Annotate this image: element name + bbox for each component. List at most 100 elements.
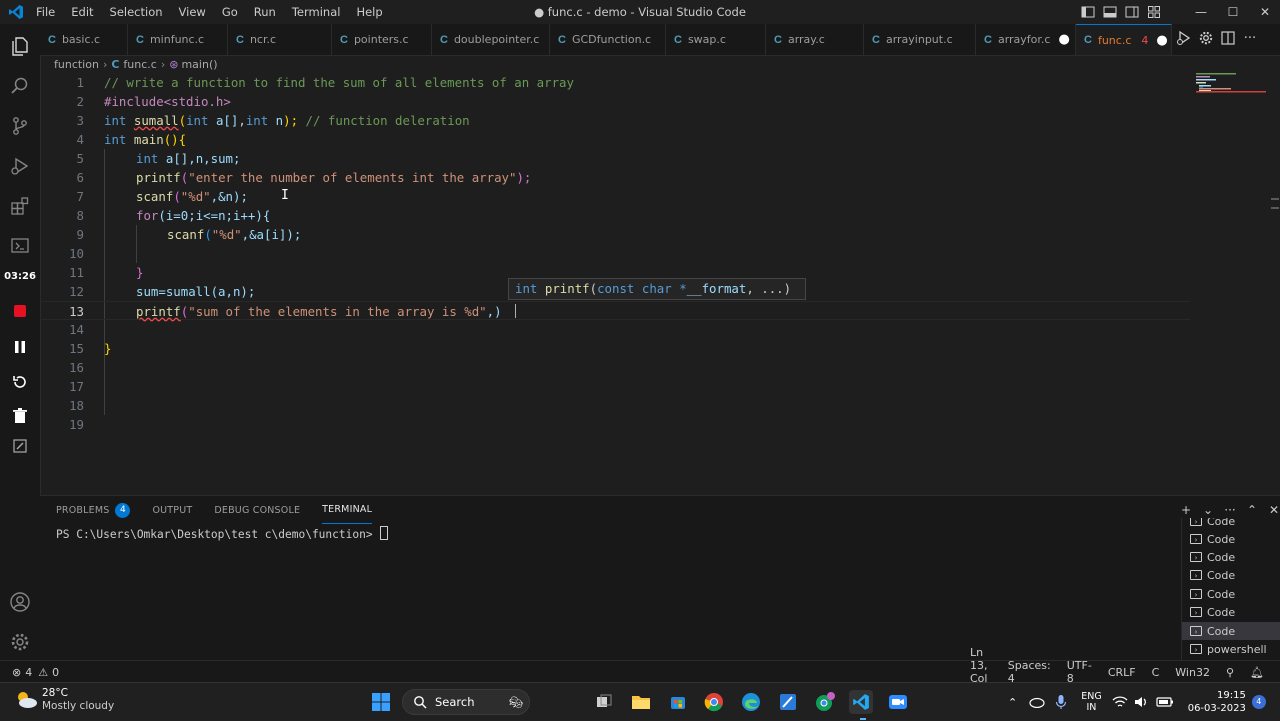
- accounts-icon[interactable]: [8, 590, 32, 614]
- chrome-profile-icon[interactable]: [813, 690, 837, 714]
- menu-terminal[interactable]: Terminal: [284, 5, 349, 19]
- tab-swap-c[interactable]: Cswap.c: [666, 24, 766, 55]
- minimize-icon[interactable]: —: [1185, 0, 1217, 24]
- settings-gear-icon[interactable]: [1198, 30, 1214, 46]
- customize-layout-icon[interactable]: [1146, 4, 1162, 20]
- tab-problems[interactable]: PROBLEMS 4: [56, 496, 131, 524]
- onedrive-cloud-icon[interactable]: [1029, 696, 1045, 708]
- c-file-icon: C: [674, 33, 682, 46]
- terminal-list-item[interactable]: › powershell: [1182, 640, 1280, 658]
- maximize-icon[interactable]: ☐: [1217, 0, 1249, 24]
- minimap[interactable]: [1190, 55, 1268, 495]
- microphone-icon[interactable]: [1055, 694, 1067, 710]
- editor-scrollbar[interactable]: [1268, 55, 1280, 495]
- run-code-icon[interactable]: [1176, 30, 1192, 46]
- chrome-icon[interactable]: [702, 690, 726, 714]
- menu-go[interactable]: Go: [214, 5, 246, 19]
- close-panel-icon[interactable]: ✕: [1266, 502, 1280, 518]
- battery-icon[interactable]: [1156, 696, 1174, 708]
- terminal-list-item[interactable]: › Code: [1182, 585, 1280, 603]
- manage-gear-icon[interactable]: [8, 630, 32, 654]
- run-and-debug-icon[interactable]: [8, 154, 32, 178]
- language-mode[interactable]: C: [1152, 666, 1160, 679]
- breadcrumb-folder[interactable]: function: [54, 58, 99, 71]
- terminal-list-item[interactable]: › Code: [1182, 530, 1280, 548]
- breadcrumb-symbol[interactable]: main(): [181, 58, 217, 71]
- tab-basic-c[interactable]: Cbasic.c: [40, 24, 128, 55]
- task-view-icon[interactable]: [592, 690, 616, 714]
- recording-draw-icon[interactable]: [8, 434, 32, 458]
- split-editor-icon[interactable]: [1220, 30, 1236, 46]
- unsaved-dot-icon[interactable]: ●: [1156, 33, 1167, 48]
- breadcrumb-file[interactable]: func.c: [123, 58, 156, 71]
- search-icon[interactable]: [8, 74, 32, 98]
- notification-badge[interactable]: 4: [1251, 695, 1266, 709]
- toggle-panel-icon[interactable]: [1102, 4, 1118, 20]
- menu-selection[interactable]: Selection: [102, 5, 171, 19]
- microsoft-store-icon[interactable]: [666, 690, 690, 714]
- close-icon[interactable]: ✕: [1249, 0, 1280, 24]
- terminal-list-item[interactable]: › Code: [1182, 518, 1280, 530]
- terminal-list-item-selected[interactable]: › Code: [1182, 622, 1280, 640]
- tab-arrayinput-c[interactable]: Carrayinput.c: [864, 24, 976, 55]
- tab-minfunc-c[interactable]: Cminfunc.c: [128, 24, 228, 55]
- clock[interactable]: 19:15 06-03-2023: [1188, 689, 1246, 715]
- remote-explorer-icon[interactable]: [8, 234, 32, 258]
- tab-array-c[interactable]: Carray.c: [766, 24, 864, 55]
- recording-pause-icon[interactable]: [8, 335, 32, 359]
- unsaved-dot-icon[interactable]: ●: [1058, 32, 1069, 47]
- line-ending[interactable]: CRLF: [1108, 666, 1136, 679]
- zoom-meeting-icon[interactable]: [886, 690, 910, 714]
- platform-config[interactable]: Win32: [1175, 666, 1210, 679]
- feedback-icon[interactable]: ⚲: [1226, 666, 1234, 679]
- windows-start-icon[interactable]: [369, 690, 393, 714]
- maximize-panel-chevron-up-icon[interactable]: ⌃: [1244, 502, 1260, 518]
- weather-widget[interactable]: 28°C Mostly cloudy: [14, 687, 114, 713]
- chevron-right-icon: ›: [102, 57, 108, 71]
- tab-terminal[interactable]: TERMINAL: [322, 496, 373, 524]
- recording-restart-icon[interactable]: [8, 370, 32, 394]
- tab-debug-console[interactable]: DEBUG CONSOLE: [214, 496, 300, 524]
- source-control-icon[interactable]: [8, 114, 32, 138]
- tab-arrayfor-c[interactable]: Carrayfor.c ●: [976, 24, 1076, 55]
- explorer-icon[interactable]: [8, 34, 32, 58]
- menu-view[interactable]: View: [171, 5, 214, 19]
- recording-stop-icon[interactable]: [8, 299, 32, 323]
- vscode-taskbar-icon[interactable]: [849, 690, 873, 714]
- menu-help[interactable]: Help: [348, 5, 390, 19]
- tab-gcdfunction-c[interactable]: C GCDfunction.c: [550, 24, 666, 55]
- terminal-list-item[interactable]: › Code: [1182, 548, 1280, 566]
- edge-icon[interactable]: [739, 690, 763, 714]
- wifi-icon[interactable]: [1112, 695, 1128, 709]
- menu-file[interactable]: File: [28, 5, 63, 19]
- tab-doublepointer-c[interactable]: Cdoublepointer.c: [432, 24, 550, 55]
- file-explorer-icon[interactable]: [629, 690, 653, 714]
- toggle-secondary-sidebar-icon[interactable]: [1124, 4, 1140, 20]
- vscode-logo-icon[interactable]: [8, 4, 24, 20]
- text-cursor-icon: I: [281, 188, 289, 203]
- terminal-dropdown-chevron-icon[interactable]: ⌄: [1200, 502, 1216, 518]
- tab-output[interactable]: OUTPUT: [152, 496, 192, 524]
- taskbar-search[interactable]: Search 🎭︎: [402, 689, 530, 715]
- more-actions-icon[interactable]: ···: [1242, 30, 1258, 46]
- menu-run[interactable]: Run: [246, 5, 284, 19]
- extensions-icon[interactable]: [8, 194, 32, 218]
- new-terminal-plus-icon[interactable]: +: [1178, 502, 1194, 518]
- tab-pointers-c[interactable]: Cpointers.c: [332, 24, 432, 55]
- tab-ncr-c[interactable]: Cncr.c: [228, 24, 332, 55]
- volume-icon[interactable]: [1134, 695, 1150, 709]
- toggle-primary-sidebar-icon[interactable]: [1080, 4, 1096, 20]
- terminal-list-item[interactable]: › Code: [1182, 603, 1280, 621]
- input-language[interactable]: ENG IN: [1081, 691, 1101, 713]
- problems-status[interactable]: ⊗ 4 ⚠ 0: [12, 661, 59, 683]
- recording-delete-icon[interactable]: [8, 404, 32, 428]
- terminal-list-item[interactable]: › Code: [1182, 566, 1280, 584]
- notifications-bell-icon[interactable]: 🔔︎: [1250, 666, 1264, 679]
- paint-icon[interactable]: [776, 690, 800, 714]
- window-title: ● func.c - demo - Visual Studio Code: [534, 5, 746, 19]
- terminal-output[interactable]: PS C:\Users\Omkar\Desktop\test c\demo\fu…: [56, 526, 389, 541]
- tab-func-c[interactable]: Cfunc.c 4 ●: [1076, 24, 1172, 55]
- menu-edit[interactable]: Edit: [63, 5, 101, 19]
- more-actions-icon[interactable]: ···: [1222, 502, 1238, 518]
- show-hidden-icons-chevron-icon[interactable]: ⌃: [1008, 696, 1017, 709]
